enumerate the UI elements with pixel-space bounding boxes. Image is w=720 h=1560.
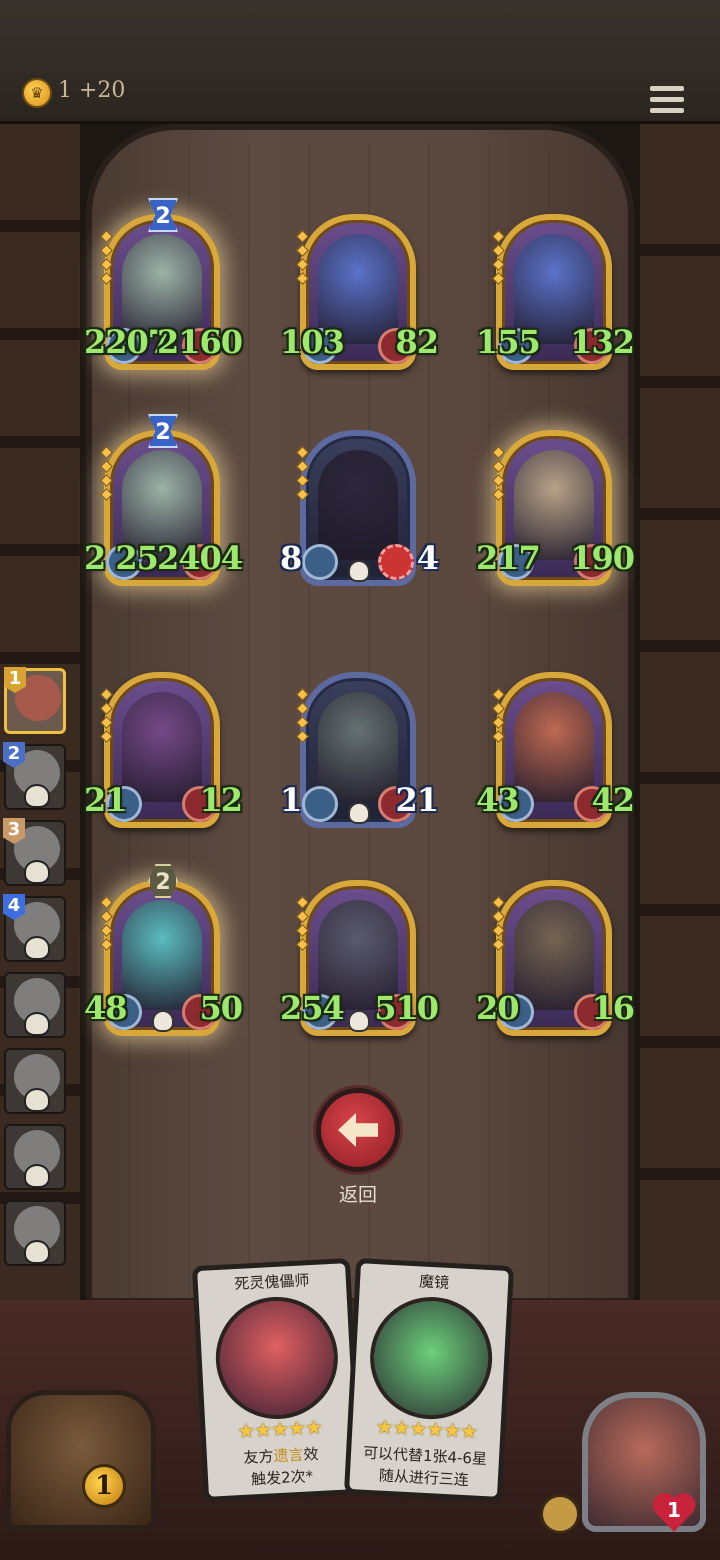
top-bar: ♛ 1 +20 <box>0 0 720 124</box>
hand-card-2[interactable]: 魔镜 ★★★★★★ 可以代替1张4-6星 随从进行三连 <box>343 1258 515 1502</box>
minion-attack: 254 <box>280 989 345 1027</box>
ranking-player-7[interactable] <box>4 1124 66 1190</box>
minion-health: 12 <box>199 781 243 819</box>
tier-pips <box>296 446 309 504</box>
minion-slot-7[interactable]: 21 12 <box>84 672 243 828</box>
minion-portrait <box>122 900 202 1010</box>
clown-puppeteer-art-icon <box>212 1293 341 1423</box>
ranking-player-4[interactable]: 4 <box>3 894 66 962</box>
health-orb-icon <box>378 544 414 580</box>
eliminated-skull-icon <box>24 1164 50 1188</box>
minion-slot-10[interactable]: 48 50 2 <box>84 864 243 1036</box>
bookshelf-right <box>640 124 720 1324</box>
minion-slot-9[interactable]: 43 42 <box>476 672 635 828</box>
minion-portrait <box>122 692 202 802</box>
minion-slot-12[interactable]: 20 16 <box>476 880 635 1036</box>
tier-pips <box>296 896 309 954</box>
minion-portrait <box>318 450 398 560</box>
tier-pips <box>492 446 505 504</box>
deathrattle-skull-icon <box>348 1010 370 1032</box>
tier-pips <box>100 896 113 954</box>
gold-count-badge: 1 <box>82 1464 126 1508</box>
minion-attack: 2 25 <box>84 539 159 577</box>
minion-portrait <box>318 692 398 802</box>
minion-portrait <box>514 692 594 802</box>
treasure-chest-icon[interactable] <box>6 1390 156 1530</box>
back-button-label: 返回 <box>338 1184 377 1206</box>
minion-portrait <box>514 900 594 1010</box>
minion-health: 82 <box>395 323 439 361</box>
tavern-upgrade-icon[interactable] <box>540 1494 580 1534</box>
golden-tier-badge: 2 <box>148 414 178 448</box>
minion-health: 50 <box>199 989 243 1027</box>
minion-health: 132 <box>570 323 635 361</box>
attack-orb-icon <box>302 544 338 580</box>
minion-attack: 1 <box>280 781 302 819</box>
hand-card-title: 魔镜 <box>418 1272 450 1292</box>
minion-health: 190 <box>570 539 635 577</box>
tier-pips <box>296 230 309 288</box>
minion-attack: 20 <box>476 989 520 1027</box>
eliminated-skull-icon <box>24 1088 50 1112</box>
hand-card-stars: ★★★★★ <box>236 1414 323 1444</box>
arrow-left-icon <box>338 1113 378 1147</box>
minion-health: 510 <box>374 989 439 1027</box>
minion-health: 42 <box>591 781 635 819</box>
minion-slot-1[interactable]: 2207 2160 2 <box>84 198 243 370</box>
minion-slot-6[interactable]: 217 190 <box>476 430 635 586</box>
eliminated-skull-icon <box>24 784 50 808</box>
minion-slot-8[interactable]: 1 21 <box>280 672 439 828</box>
tier-pips <box>100 688 113 746</box>
tier-pips <box>492 896 505 954</box>
ranking-player-5[interactable] <box>4 972 66 1038</box>
minion-attack: 48 <box>84 989 128 1027</box>
eliminated-skull-icon <box>24 860 50 884</box>
minion-health: 16 <box>591 989 635 1027</box>
minion-health: 2160 <box>156 323 243 361</box>
minion-slot-3[interactable]: 155 132 <box>476 214 635 370</box>
eliminated-skull-icon <box>24 936 50 960</box>
hand-card-description: 友方遗言效 触发2次* <box>243 1444 319 1489</box>
eliminated-skull-icon <box>24 1240 50 1264</box>
attack-orb-icon <box>302 786 338 822</box>
deathrattle-skull-icon <box>348 560 370 582</box>
minion-attack: 103 <box>280 323 345 361</box>
ranking-player-2[interactable]: 2 <box>3 742 66 810</box>
tier-pips <box>296 688 309 746</box>
minion-health: 21 <box>395 781 439 819</box>
crown-coin-icon: ♛ <box>22 78 52 108</box>
minion-attack: 155 <box>476 323 541 361</box>
minion-slot-5[interactable]: 84 <box>280 430 439 586</box>
minion-attack: 217 <box>476 539 541 577</box>
minion-health: 2404 <box>156 539 243 577</box>
deathrattle-skull-icon <box>152 1010 174 1032</box>
ranking-player-6[interactable] <box>4 1048 66 1114</box>
tier-pips <box>100 230 113 288</box>
tier-pips <box>492 688 505 746</box>
magic-mirror-art-icon <box>367 1293 496 1423</box>
golden-tier-badge: 2 <box>148 198 178 232</box>
minion-slot-4[interactable]: 2 25 2404 2 <box>84 414 243 586</box>
minion-attack: 43 <box>476 781 520 819</box>
minion-attack: 8 <box>280 539 302 577</box>
ranking-player-8[interactable] <box>4 1200 66 1266</box>
minion-slot-2[interactable]: 103 82 <box>280 214 439 370</box>
hand-card-1[interactable]: 死灵傀儡师 ★★★★★ 友方遗言效 触发2次* <box>191 1258 363 1502</box>
deathrattle-skull-icon <box>348 802 370 824</box>
tier-pips <box>100 446 113 504</box>
hand-card-title: 死灵傀儡师 <box>233 1271 310 1294</box>
minion-slot-11[interactable]: 254 510 <box>280 880 439 1036</box>
tier-pips <box>492 230 505 288</box>
hand-card-stars: ★★★★★★ <box>375 1414 478 1444</box>
hamburger-menu-icon[interactable] <box>650 86 684 116</box>
coin-counter: 1 +20 <box>58 78 126 103</box>
minion-health: 4 <box>416 539 439 577</box>
ranking-player-1[interactable]: 1 <box>4 667 66 734</box>
eliminated-skull-icon <box>24 1012 50 1036</box>
back-button[interactable] <box>316 1088 400 1172</box>
ranking-player-3[interactable]: 3 <box>3 818 66 886</box>
minion-attack: 21 <box>84 781 128 819</box>
hand-card-description: 可以代替1张4-6星 随从进行三连 <box>362 1443 488 1490</box>
